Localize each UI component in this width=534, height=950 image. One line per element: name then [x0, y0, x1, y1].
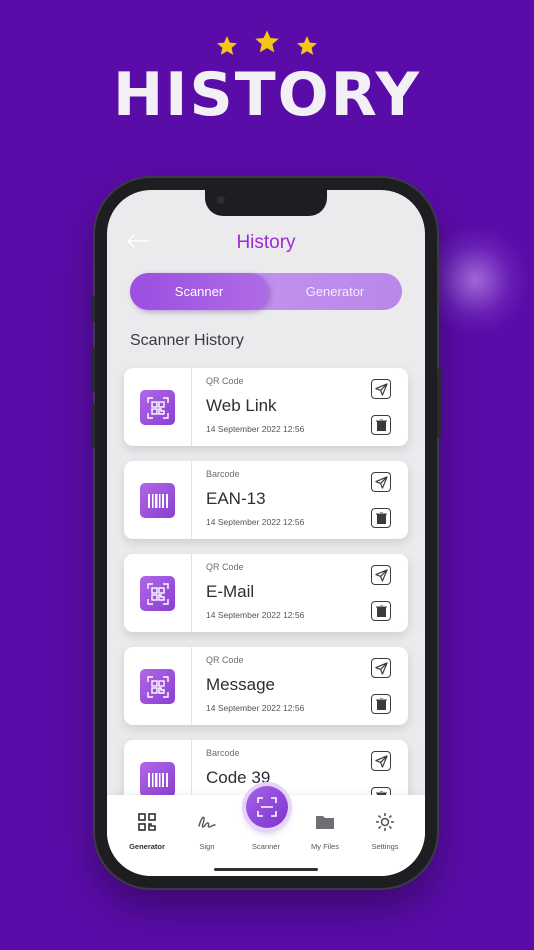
volume-up-button: [91, 348, 95, 392]
qr-code-icon: [140, 390, 175, 425]
item-name: EAN-13: [206, 489, 266, 508]
delete-button[interactable]: [371, 694, 391, 714]
nav-label: Generator: [129, 842, 165, 851]
send-icon: [374, 568, 388, 582]
scan-icon: [257, 797, 277, 817]
notch: [205, 190, 327, 216]
trash-icon: [375, 698, 387, 710]
item-type: QR Code: [206, 655, 244, 665]
send-icon: [374, 475, 388, 489]
nav-settings[interactable]: Settings: [355, 811, 415, 851]
mute-switch: [91, 296, 95, 322]
nav-sign[interactable]: Sign: [177, 811, 237, 851]
item-type: QR Code: [206, 376, 244, 386]
item-type: Barcode: [206, 469, 240, 479]
barcode-icon: [140, 483, 175, 518]
tab-generator[interactable]: Generator: [268, 273, 402, 310]
qr-grid-icon: [138, 813, 156, 831]
nav-generator[interactable]: Generator: [117, 811, 177, 851]
trash-icon: [375, 512, 387, 524]
power-button: [437, 368, 441, 438]
nav-label: Settings: [371, 842, 399, 851]
delete-button[interactable]: [371, 508, 391, 528]
signature-icon: [198, 816, 216, 828]
barcode-icon: [140, 762, 175, 797]
nav-label: My Files: [311, 842, 339, 851]
share-button[interactable]: [371, 472, 391, 492]
nav-label: Scanner: [252, 842, 280, 851]
history-mode-toggle: Scanner Generator: [130, 273, 402, 310]
share-button[interactable]: [371, 751, 391, 771]
item-name: E-Mail: [206, 582, 255, 601]
section-title: Scanner History: [130, 332, 244, 349]
history-item[interactable]: Barcode EAN-13 14 September 2022 12:56: [124, 461, 408, 539]
scan-button[interactable]: [246, 786, 288, 828]
share-button[interactable]: [371, 658, 391, 678]
share-button[interactable]: [371, 379, 391, 399]
send-icon: [374, 382, 388, 396]
nav-label: Sign: [199, 842, 215, 851]
home-indicator: [214, 868, 318, 871]
qr-code-icon: [140, 669, 175, 704]
volume-down-button: [91, 404, 95, 448]
trash-icon: [375, 419, 387, 431]
divider: [191, 554, 192, 632]
divider: [191, 368, 192, 446]
camera: [217, 196, 225, 204]
star-icon: [216, 36, 237, 55]
tab-scanner[interactable]: Scanner: [130, 273, 268, 310]
rating-stars: [0, 28, 534, 58]
item-name: Web Link: [206, 396, 277, 415]
send-icon: [374, 661, 388, 675]
item-type: Barcode: [206, 748, 240, 758]
trash-icon: [375, 605, 387, 617]
page-title: History: [236, 232, 296, 253]
delete-button[interactable]: [371, 415, 391, 435]
item-name: Code 39: [206, 768, 271, 787]
send-icon: [374, 754, 388, 768]
divider: [191, 647, 192, 725]
star-icon: [297, 36, 318, 55]
divider: [191, 461, 192, 539]
history-item[interactable]: QR Code Web Link 14 September 2022 12:56: [124, 368, 408, 446]
share-button[interactable]: [371, 565, 391, 585]
gear-icon: [376, 813, 394, 831]
item-type: QR Code: [206, 562, 244, 572]
history-item[interactable]: QR Code Message 14 September 2022 12:56: [124, 647, 408, 725]
delete-button[interactable]: [371, 601, 391, 621]
promo-headline: HISTORY: [112, 60, 422, 130]
qr-code-icon: [140, 576, 175, 611]
item-date: 14 September 2022 12:56: [206, 424, 305, 434]
item-date: 14 September 2022 12:56: [206, 703, 305, 713]
item-date: 14 September 2022 12:56: [206, 517, 305, 527]
item-date: 14 September 2022 12:56: [206, 610, 305, 620]
phone-frame: History Scanner Generator Scanner Histor…: [91, 178, 441, 888]
nav-my-files[interactable]: My Files: [295, 811, 355, 851]
folder-icon: [316, 816, 334, 829]
star-icon: [255, 30, 279, 53]
history-item[interactable]: QR Code E-Mail 14 September 2022 12:56: [124, 554, 408, 632]
item-name: Message: [206, 675, 275, 694]
app-screen: History Scanner Generator Scanner Histor…: [107, 190, 425, 876]
